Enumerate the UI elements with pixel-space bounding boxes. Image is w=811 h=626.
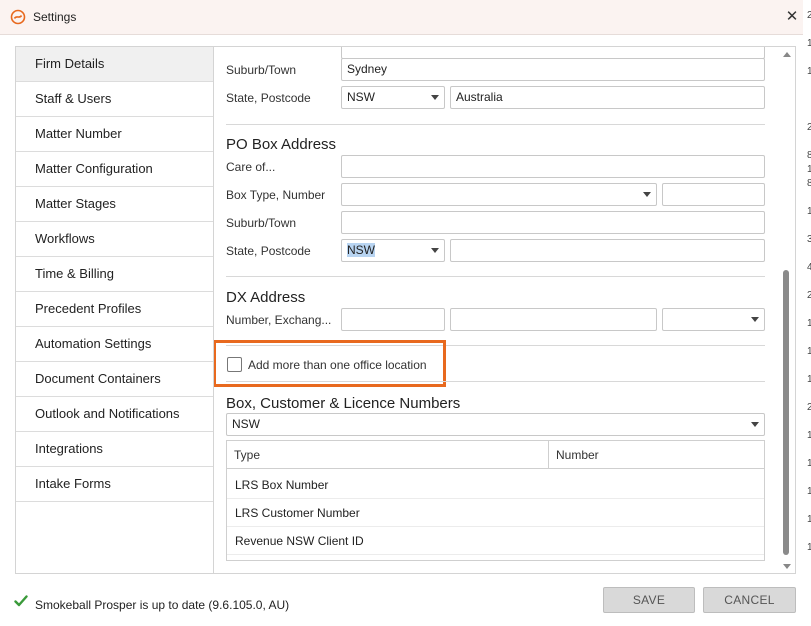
po-state-select-value: NSW	[347, 243, 375, 257]
edge-text: 1	[807, 206, 811, 217]
numbers-state-select[interactable]: NSW	[226, 413, 765, 436]
column-header-type[interactable]: Type	[227, 441, 549, 469]
smokeball-logo-icon	[10, 9, 26, 25]
section-divider	[226, 124, 765, 125]
dx-state-select[interactable]	[662, 308, 765, 331]
sidebar-item-workflows[interactable]: Workflows	[16, 222, 213, 257]
edge-text: 1	[807, 486, 811, 497]
suburb-input[interactable]: Sydney	[341, 58, 765, 81]
column-header-number[interactable]: Number	[549, 441, 764, 469]
edge-text: 8	[807, 150, 811, 161]
box-number-input[interactable]	[662, 183, 765, 206]
sidebar-item-integrations[interactable]: Integrations	[16, 432, 213, 467]
sidebar-item-matter-stages[interactable]: Matter Stages	[16, 187, 213, 222]
chevron-down-icon	[431, 95, 439, 100]
close-button[interactable]: ✕	[780, 5, 804, 29]
edge-text: 1	[807, 66, 811, 77]
background-window-edge: 2 1 1 2 8 1 8 1 3 4 2 1 1 1 2 1 1 1 1 1	[803, 0, 811, 626]
dx-title: DX Address	[226, 289, 306, 306]
save-button[interactable]: SAVE	[603, 587, 695, 613]
state-select[interactable]: NSW	[341, 86, 445, 109]
row-type: LRS Box Number	[235, 478, 329, 492]
sidebar-item-automation-settings[interactable]: Automation Settings	[16, 327, 213, 362]
dx-exchange-input[interactable]	[450, 308, 657, 331]
scroll-up-icon[interactable]	[783, 52, 791, 57]
state-postcode-label: State, Postcode	[226, 91, 311, 105]
cancel-button[interactable]: CANCEL	[703, 587, 796, 613]
row-type: LRS Customer Number	[235, 506, 360, 520]
edge-text: 1	[807, 542, 811, 553]
table-row[interactable]: LRS Box Number	[227, 471, 764, 499]
scroll-down-icon[interactable]	[783, 564, 791, 569]
edge-text: 1	[807, 318, 811, 329]
sidebar-item-intake-forms[interactable]: Intake Forms	[16, 467, 213, 502]
sidebar-item-matter-configuration[interactable]: Matter Configuration	[16, 152, 213, 187]
country-input[interactable]: Australia	[450, 86, 765, 109]
section-divider	[226, 381, 765, 382]
sidebar-item-document-containers[interactable]: Document Containers	[16, 362, 213, 397]
sidebar-item-staff-users[interactable]: Staff & Users	[16, 82, 213, 117]
po-suburb-input[interactable]	[341, 211, 765, 234]
edge-text: 4	[807, 262, 811, 273]
po-suburb-label: Suburb/Town	[226, 216, 297, 230]
sidebar-item-matter-number[interactable]: Matter Number	[16, 117, 213, 152]
edge-text: 2	[807, 402, 811, 413]
chevron-down-icon	[751, 422, 759, 427]
firm-details-form: Suburb/Town Sydney State, Postcode NSW A…	[214, 47, 780, 573]
row-type: Revenue NSW Client ID	[235, 534, 364, 548]
edge-text: 1	[807, 514, 811, 525]
chevron-down-icon	[431, 248, 439, 253]
edge-text: 1	[807, 164, 811, 175]
settings-sidebar: Firm Details Staff & Users Matter Number…	[16, 47, 214, 573]
title-bar: Settings ✕	[0, 0, 811, 35]
chevron-down-icon	[751, 317, 759, 322]
update-status: Smokeball Prosper is up to date (9.6.105…	[35, 598, 290, 612]
edge-text: 8	[807, 178, 811, 189]
table-row[interactable]: Revenue NSW Client ID	[227, 527, 764, 555]
dx-number-input[interactable]	[341, 308, 445, 331]
po-postcode-input[interactable]	[450, 239, 765, 262]
edge-text: 1	[807, 38, 811, 49]
edge-text: 2	[807, 10, 811, 21]
box-type-select[interactable]	[341, 183, 657, 206]
edge-text: 1	[807, 346, 811, 357]
table-row[interactable]: LRS Customer Number	[227, 499, 764, 527]
po-state-select[interactable]: NSW	[341, 239, 445, 262]
office-location-checkbox[interactable]	[227, 357, 242, 372]
office-location-label[interactable]: Add more than one office location	[248, 358, 427, 372]
po-box-title: PO Box Address	[226, 136, 337, 153]
numbers-state-value: NSW	[232, 417, 260, 431]
numbers-table: Type Number LRS Box Number LRS Customer …	[226, 440, 765, 561]
dx-number-label: Number, Exchang...	[226, 313, 332, 327]
edge-text: 2	[807, 290, 811, 301]
sidebar-item-firm-details[interactable]: Firm Details	[16, 47, 213, 82]
box-type-label: Box Type, Number	[226, 188, 326, 202]
edge-text: 1	[807, 374, 811, 385]
po-state-postcode-label: State, Postcode	[226, 244, 311, 258]
edge-text: 2	[807, 122, 811, 133]
edge-text: 1	[807, 458, 811, 469]
edge-text: 1	[807, 430, 811, 441]
sidebar-item-outlook-notifications[interactable]: Outlook and Notifications	[16, 397, 213, 432]
numbers-title: Box, Customer & Licence Numbers	[226, 395, 461, 412]
section-divider	[226, 276, 765, 277]
care-of-input[interactable]	[341, 155, 765, 178]
sidebar-item-time-billing[interactable]: Time & Billing	[16, 257, 213, 292]
edge-text: 3	[807, 234, 811, 245]
suburb-label: Suburb/Town	[226, 63, 297, 77]
sidebar-item-precedent-profiles[interactable]: Precedent Profiles	[16, 292, 213, 327]
state-select-value: NSW	[347, 90, 375, 104]
chevron-down-icon	[643, 192, 651, 197]
checkmark-icon	[14, 595, 28, 607]
scrollbar-thumb[interactable]	[783, 270, 789, 555]
table-header: Type Number	[227, 441, 764, 469]
care-of-label: Care of...	[226, 160, 276, 174]
window-title: Settings	[33, 10, 77, 24]
